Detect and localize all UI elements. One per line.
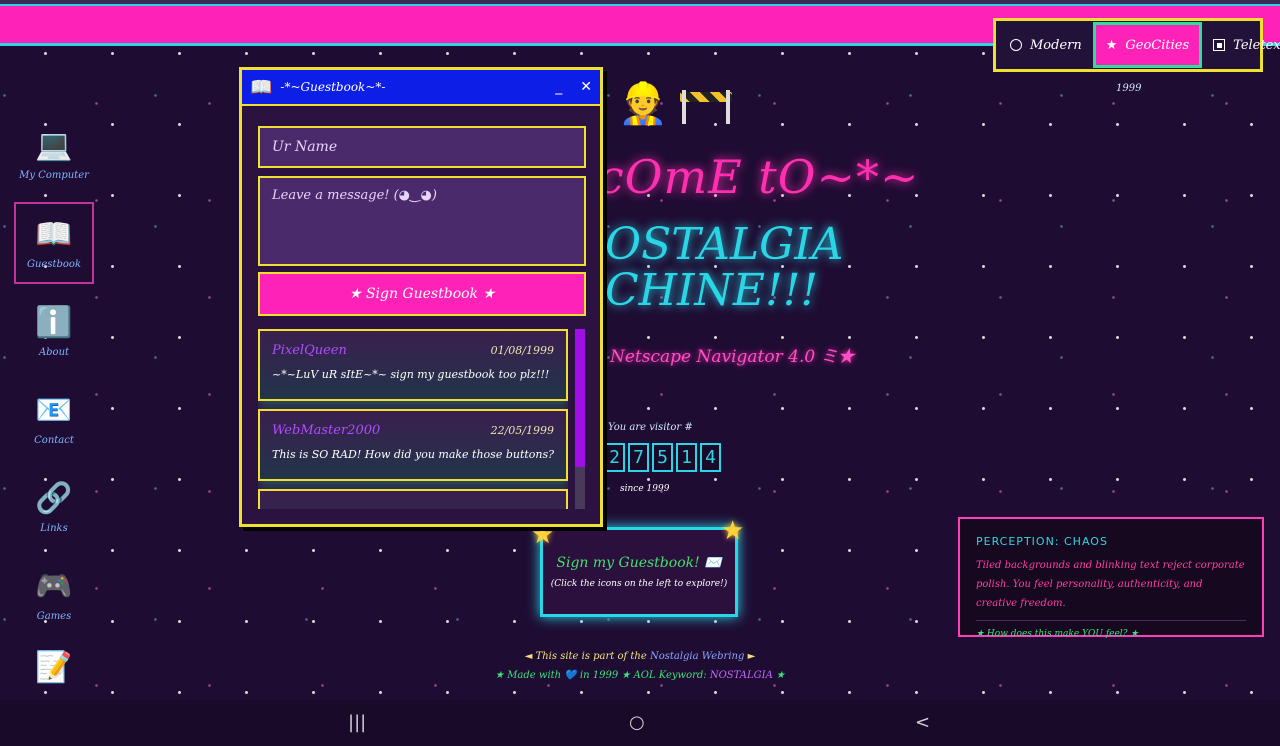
star-icon: ★ [721,516,745,546]
webring-line: ◄ This site is part of the Nostalgia Web… [0,651,1280,662]
perception-question[interactable]: ★ How does this make YOU feel? ★ [976,629,1246,639]
guestbook-title: -*~Guestbook~*- [280,80,386,94]
webring-link[interactable]: Nostalgia Webring [650,651,744,662]
desktop-icon-links[interactable]: 🔗 Links [14,466,94,548]
counter-digit: 7 [628,443,649,472]
gamepad-icon: 🎮 [35,568,73,604]
webring-suffix: ► [747,651,756,662]
aol-keyword: NOSTALGIA [709,670,773,681]
theme-year-label: 1999 [1116,83,1142,94]
webring-prefix: ◄ This site is part of the [524,651,647,662]
browser-note: Netscape Navigator 4.0 ミ★ [610,347,855,367]
cta-subtitle: (Click the icons on the left to explore!… [550,579,728,589]
sign-guestbook-banner[interactable]: Sign my Guestbook! ✉️ (Click the icons o… [540,527,738,617]
link-icon: 🔗 [35,480,73,516]
desktop-icon-contact[interactable]: 📧 Contact [14,378,94,460]
counter-since: since 1999 [620,484,670,494]
book-icon: 📖 [35,216,73,252]
guestbook-scroll-thumb[interactable] [575,329,585,467]
info-icon: ℹ️ [35,304,73,340]
visitor-counter: 2 7 5 1 4 [604,443,721,472]
desktop-icon-label: Guestbook [27,258,81,270]
theme-modern-button[interactable]: Modern [1000,25,1092,65]
entry-text: ~*~LuV uR sItE~*~ sign my guestbook too … [272,368,550,381]
sign-guestbook-button[interactable]: ★ Sign Guestbook ★ [258,272,586,316]
recents-button[interactable]: ||| [348,712,366,733]
guestbook-titlebar[interactable]: 📖 -*~Guestbook~*- _ ✕ [242,70,600,106]
construction-worker-icon: 👷 [618,81,668,127]
cta-title: Sign my Guestbook! ✉️ [556,555,722,571]
desktop-icon-guestbook[interactable]: 📖 Guestbook [14,202,94,284]
divider [976,620,1246,621]
desktop-icon-label: Games [36,610,72,622]
desktop-icon-label: About [38,346,70,358]
site-title: OSTALGIA CHINE!!! [605,222,843,314]
welcome-heading: cOmE tO~*~ [598,150,920,204]
theme-switcher: Modern ★ GeoCities Teletext [993,18,1280,72]
desktop-icon-about[interactable]: ℹ️ About [14,290,94,372]
made-with-line: ★ Made with 💙 in 1999 ★ AOL Keyword: NOS… [0,670,1280,681]
desktop-icon-my-computer[interactable]: 💻 My Computer [14,113,94,195]
email-icon: 📧 [35,392,73,428]
theme-modern-label: Modern [1030,37,1082,53]
back-button[interactable]: < [915,712,930,733]
book-icon: 📖 [250,76,273,98]
counter-digit: 2 [604,443,625,472]
counter-digit: 4 [700,443,721,472]
site-title-line2: CHINE!!! [605,265,819,316]
perception-body: Tiled backgrounds and blinking text reje… [976,560,1245,609]
perception-panel: PERCEPTION: CHAOS Tiled backgrounds and … [958,517,1264,639]
minimize-button[interactable]: _ [555,79,562,95]
entry-date: 01/08/1999 [490,344,554,357]
desktop-icon-notepad[interactable]: 📝 [14,640,94,696]
entry-author: PixelQueen [272,343,347,358]
entry-author: WebMaster2000 [272,423,381,438]
square-dot-icon [1213,39,1226,51]
theme-teletext-label: Teletext [1233,37,1280,53]
perception-heading: PERCEPTION: CHAOS [976,535,1108,548]
guestbook-entry: WebMaster2000 22/05/1999 This is SO RAD!… [258,409,568,481]
counter-digit: 1 [676,443,697,472]
home-button[interactable]: ○ [629,712,645,733]
theme-geocities-label: GeoCities [1125,37,1190,53]
entry-date: 22/05/1999 [490,424,554,437]
desktop-icon-label: My Computer [19,169,89,181]
desktop-icon-label: Contact [34,434,74,446]
guestbook-message-input[interactable] [258,176,586,266]
visitor-label: You are visitor # [608,422,693,433]
made-with-prefix: ★ Made with 💙 in 1999 ★ AOL Keyword: [495,670,707,681]
radio-empty-icon [1010,39,1022,51]
made-with-suffix: ★ [775,670,785,681]
entry-text: This is SO RAD! How did you make those b… [272,448,554,461]
theme-geocities-button[interactable]: ★ GeoCities [1092,22,1203,68]
guestbook-window: 📖 -*~Guestbook~*- _ ✕ ★ Sign Guestbook ★… [239,67,603,527]
guestbook-name-input[interactable] [258,126,586,168]
guestbook-entry: PixelQueen 01/08/1999 ~*~LuV uR sItE~*~ … [258,329,568,401]
desktop-icon-games[interactable]: 🎮 Games [14,554,94,636]
close-button[interactable]: ✕ [580,79,592,95]
site-title-line1: OSTALGIA [605,219,844,270]
computer-icon: 💻 [35,127,73,163]
desktop-icon-label: Links [40,522,68,534]
star-icon: ★ [1105,37,1118,53]
guestbook-entries: PixelQueen 01/08/1999 ~*~LuV uR sItE~*~ … [258,329,568,509]
theme-teletext-button[interactable]: Teletext [1203,25,1280,65]
counter-digit: 5 [652,443,673,472]
construction-barrier-icon [680,90,732,124]
guestbook-entry [258,489,568,509]
